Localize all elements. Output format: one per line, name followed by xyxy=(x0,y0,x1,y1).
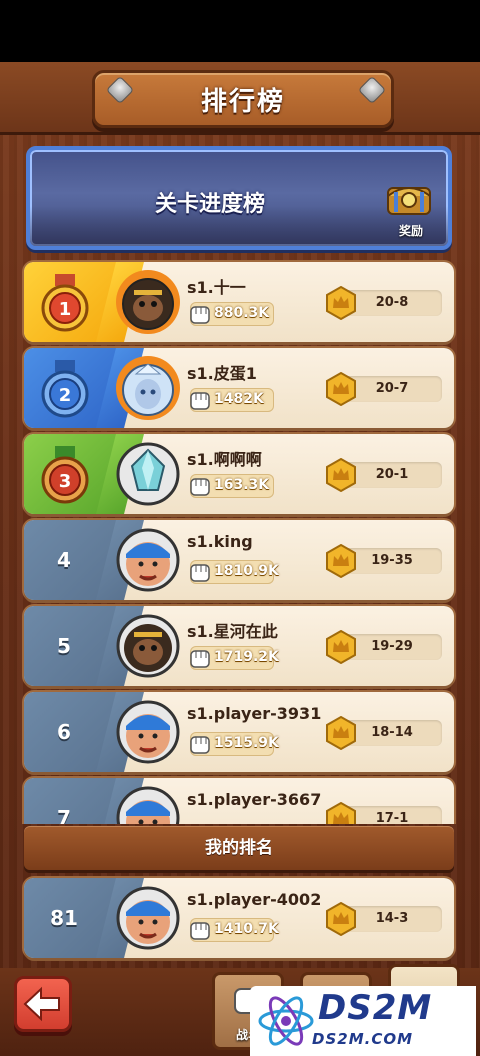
crown-badge-icon xyxy=(326,630,356,664)
fist-icon xyxy=(190,564,210,582)
crown-badge-icon xyxy=(326,802,356,824)
power-badge: 1719.2K xyxy=(190,646,279,670)
crystal-knight-avatar xyxy=(116,442,180,506)
leaderboard-row[interactable]: 7 s1.player-3667 17-1 xyxy=(24,778,454,824)
player-name: s1.player-4002 xyxy=(187,890,322,909)
power-value: 1482K xyxy=(214,391,264,407)
rank-number: 7 xyxy=(57,806,71,824)
rank-number: 4 xyxy=(57,548,71,572)
power-value: 1810.9K xyxy=(214,563,279,579)
status-bar xyxy=(0,0,480,62)
crown-badge-icon xyxy=(326,286,356,320)
player-name: s1.十一 xyxy=(187,278,246,297)
power-value: 163.3K xyxy=(214,477,270,493)
crown-badge-icon xyxy=(326,544,356,578)
fist-icon xyxy=(190,392,210,410)
banner-title: 关卡进度榜 xyxy=(154,192,265,217)
power-badge: 880.3K xyxy=(190,302,274,326)
leaderboard-row[interactable]: 4 s1.king 1810.9K 19-35 xyxy=(24,520,454,600)
medal-number: 2 xyxy=(59,385,72,406)
leaderboard-banner: 关卡进度榜 奖励 xyxy=(26,146,452,250)
leaderboard-row[interactable]: 5 s1.星河在此 1719.2K 19-29 xyxy=(24,606,454,686)
crown-badge-icon xyxy=(326,716,356,750)
power-badge: 1515.9K xyxy=(190,732,279,756)
medal-number: 1 xyxy=(59,299,72,320)
rank-number: 5 xyxy=(57,634,71,658)
power-badge: 1810.9K xyxy=(190,560,279,584)
crown-badge-icon xyxy=(326,458,356,492)
player-name: s1.player-3667 xyxy=(187,790,322,809)
back-button[interactable] xyxy=(14,976,72,1032)
power-value: 1515.9K xyxy=(214,735,279,751)
power-value: 1719.2K xyxy=(214,649,279,665)
player-name: s1.星河在此 xyxy=(187,622,278,641)
blue-bandana-brawler-avatar xyxy=(116,786,180,824)
blue-medal-icon: 2 xyxy=(41,360,89,418)
medal-number: 3 xyxy=(59,471,72,492)
rank-number: 6 xyxy=(57,720,71,744)
blue-bandana-brawler-avatar xyxy=(116,528,180,592)
monkey-king-flame-avatar xyxy=(116,270,180,334)
player-name: s1.啊啊啊 xyxy=(187,450,262,469)
player-name: s1.king xyxy=(187,532,253,551)
fist-icon xyxy=(190,922,210,940)
leaderboard-row[interactable]: 6 s1.player-3931 1515.9K 18-14 xyxy=(24,692,454,772)
fist-icon xyxy=(190,306,210,324)
power-badge: 1482K xyxy=(190,388,274,412)
fist-icon xyxy=(190,736,210,754)
blue-bandana-brawler-avatar xyxy=(116,886,180,950)
page-title: 排行榜 xyxy=(200,86,285,117)
treasure-chest-icon[interactable] xyxy=(384,178,434,218)
leaderboard-list[interactable]: 1 s1.十一 880.3K 20-8 2 s1.皮蛋1 1482K 20-7 … xyxy=(0,258,480,824)
reward-label[interactable]: 奖励 xyxy=(384,222,438,239)
atom-logo-icon xyxy=(258,996,314,1046)
crown-badge-icon xyxy=(326,372,356,406)
watermark-site: DS2M.COM xyxy=(312,1030,414,1048)
leaderboard-row[interactable]: 2 s1.皮蛋1 1482K 20-7 xyxy=(24,348,454,428)
watermark-brand: DS2M xyxy=(318,988,433,1028)
my-rank-row[interactable]: 81 s1.player-4002 1410.7K 14-3 xyxy=(24,878,454,958)
player-name: s1.皮蛋1 xyxy=(187,364,257,383)
fist-icon xyxy=(190,478,210,496)
fist-icon xyxy=(190,650,210,668)
leaderboard-row[interactable]: 1 s1.十一 880.3K 20-8 xyxy=(24,262,454,342)
leaderboard-row[interactable]: 3 s1.啊啊啊 163.3K 20-1 xyxy=(24,434,454,514)
power-badge: 163.3K xyxy=(190,474,274,498)
power-badge: 1410.7K xyxy=(190,918,279,942)
red-medal-icon: 3 xyxy=(41,446,89,504)
monkey-king-avatar xyxy=(116,614,180,678)
rank-number: 81 xyxy=(50,906,78,930)
power-value: 1410.7K xyxy=(214,921,279,937)
player-name: s1.player-3931 xyxy=(187,704,322,723)
my-rank-header: 我的排名 xyxy=(24,826,454,870)
ice-queen-flame-avatar xyxy=(116,356,180,420)
title-plank: 排行榜 xyxy=(92,70,394,128)
power-value: 880.3K xyxy=(214,305,270,321)
crown-badge-icon xyxy=(326,902,356,936)
blue-bandana-brawler-avatar xyxy=(116,700,180,764)
gold-medal-icon: 1 xyxy=(41,274,89,332)
arrow-left-icon xyxy=(23,986,60,1022)
